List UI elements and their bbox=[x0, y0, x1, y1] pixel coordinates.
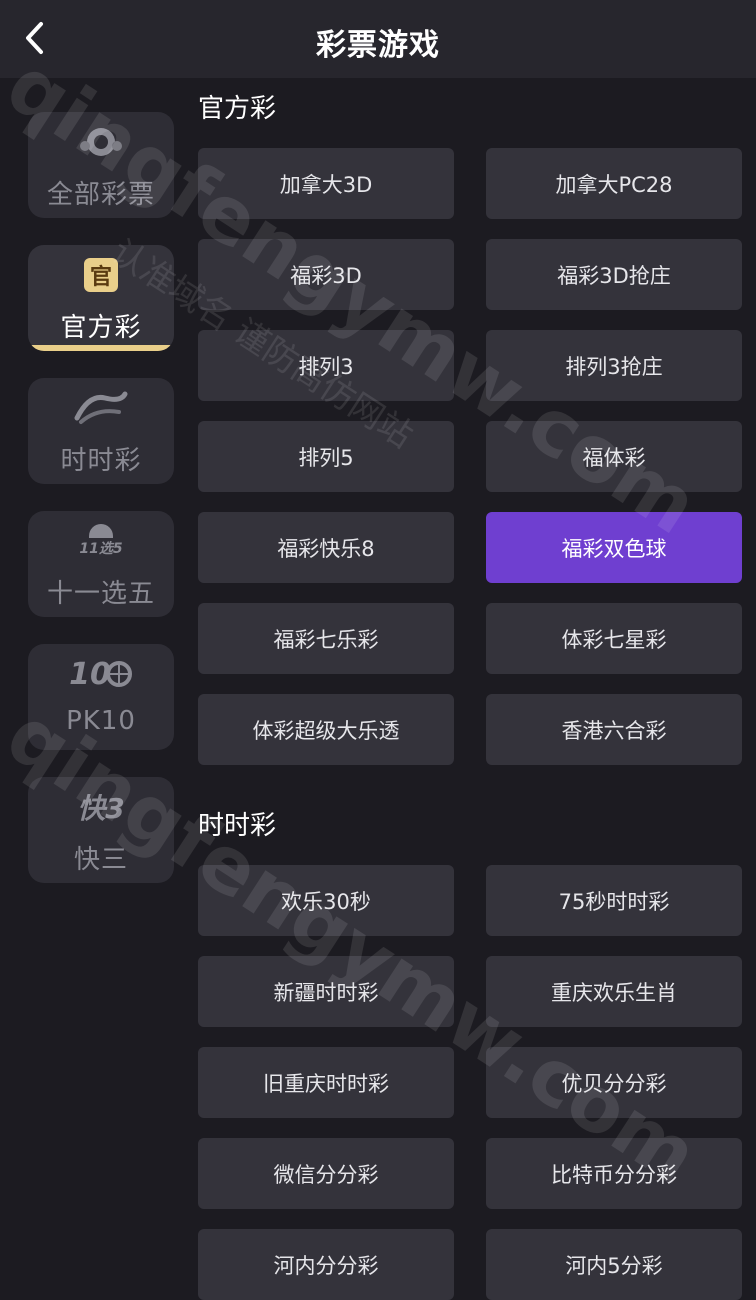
category-sidebar: 全部彩票 官 官方彩 时时彩 11选5 十一选五 10 PK10 快3 快三 bbox=[28, 112, 174, 910]
top-bar: 彩票游戏 bbox=[0, 0, 756, 78]
sidebar-item-label: 时时彩 bbox=[60, 446, 142, 476]
sidebar-item-label: PK10 bbox=[66, 706, 136, 736]
lottery-ball-icon bbox=[71, 122, 131, 162]
game-list: 官方彩 加拿大3D 加拿大PC28 福彩3D 福彩3D抢庄 排列3 排列3抢庄 … bbox=[198, 78, 742, 1300]
game-button[interactable]: 体彩超级大乐透 bbox=[198, 694, 454, 765]
sidebar-item-k3[interactable]: 快3 快三 bbox=[28, 777, 174, 883]
sidebar-item-ssc[interactable]: 时时彩 bbox=[28, 378, 174, 484]
sidebar-item-label: 官方彩 bbox=[60, 313, 142, 343]
sidebar-item-label: 全部彩票 bbox=[46, 180, 155, 210]
pk10-wheel-icon: 10 bbox=[69, 654, 133, 694]
game-button[interactable]: 香港六合彩 bbox=[486, 694, 742, 765]
dice-icon: 快3 bbox=[77, 787, 124, 827]
ssc-logo-icon bbox=[71, 388, 131, 428]
game-button[interactable]: 微信分分彩 bbox=[198, 1138, 454, 1209]
11x5-logo-text: 11选5 bbox=[79, 541, 123, 557]
k3-logo-text: 快3 bbox=[77, 792, 125, 825]
game-button[interactable]: 河内5分彩 bbox=[486, 1229, 742, 1300]
game-button[interactable]: 加拿大3D bbox=[198, 148, 454, 219]
game-button[interactable]: 重庆欢乐生肖 bbox=[486, 956, 742, 1027]
ssc-game-grid: 欢乐30秒 75秒时时彩 新疆时时彩 重庆欢乐生肖 旧重庆时时彩 优贝分分彩 微… bbox=[198, 865, 742, 1300]
game-button[interactable]: 排列3抢庄 bbox=[486, 330, 742, 401]
sidebar-item-11x5[interactable]: 11选5 十一选五 bbox=[28, 511, 174, 617]
game-button[interactable]: 排列5 bbox=[198, 421, 454, 492]
section-title-ssc: 时时彩 bbox=[198, 811, 277, 841]
sidebar-item-label: 十一选五 bbox=[46, 579, 155, 609]
game-button[interactable]: 加拿大PC28 bbox=[486, 148, 742, 219]
game-button[interactable]: 体彩七星彩 bbox=[486, 603, 742, 674]
game-button[interactable]: 比特币分分彩 bbox=[486, 1138, 742, 1209]
11x5-logo-icon: 11选5 bbox=[79, 521, 123, 561]
sidebar-item-label: 快三 bbox=[73, 845, 128, 875]
official-badge-icon: 官 bbox=[84, 255, 118, 295]
game-button-selected[interactable]: 福彩双色球 bbox=[486, 512, 742, 583]
game-button[interactable]: 新疆时时彩 bbox=[198, 956, 454, 1027]
sidebar-item-pk10[interactable]: 10 PK10 bbox=[28, 644, 174, 750]
game-button[interactable]: 河内分分彩 bbox=[198, 1229, 454, 1300]
official-game-grid: 加拿大3D 加拿大PC28 福彩3D 福彩3D抢庄 排列3 排列3抢庄 排列5 … bbox=[198, 148, 742, 765]
game-button[interactable]: 75秒时时彩 bbox=[486, 865, 742, 936]
11x5-swirl-shape bbox=[88, 524, 113, 538]
official-badge-text: 官 bbox=[84, 258, 118, 292]
game-button[interactable]: 福彩七乐彩 bbox=[198, 603, 454, 674]
game-button[interactable]: 福彩3D抢庄 bbox=[486, 239, 742, 310]
game-button[interactable]: 福体彩 bbox=[486, 421, 742, 492]
page-title: 彩票游戏 bbox=[316, 28, 440, 63]
game-button[interactable]: 欢乐30秒 bbox=[198, 865, 454, 936]
game-button[interactable]: 旧重庆时时彩 bbox=[198, 1047, 454, 1118]
game-button[interactable]: 排列3 bbox=[198, 330, 454, 401]
sidebar-item-all-lottery[interactable]: 全部彩票 bbox=[28, 112, 174, 218]
sidebar-item-official[interactable]: 官 官方彩 bbox=[28, 245, 174, 351]
game-button[interactable]: 福彩快乐8 bbox=[198, 512, 454, 583]
section-title-official: 官方彩 bbox=[198, 94, 277, 124]
game-button[interactable]: 福彩3D bbox=[198, 239, 454, 310]
game-button[interactable]: 优贝分分彩 bbox=[486, 1047, 742, 1118]
